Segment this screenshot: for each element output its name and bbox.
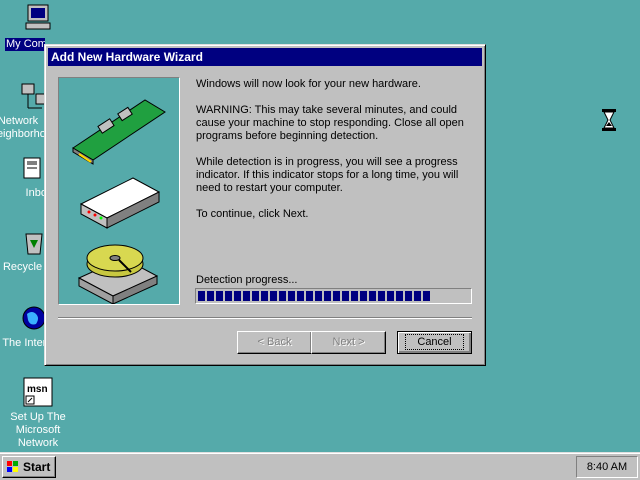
progress-block [198,291,205,301]
hard-drive-icon [77,244,159,305]
back-button[interactable]: < Back [237,331,312,354]
progress-block [378,291,385,301]
hourglass-icon [602,109,616,131]
progress-block [225,291,232,301]
progress-block [261,291,268,301]
modem-icon [79,177,161,229]
progress-block [207,291,214,301]
wizard-illustration [58,77,180,305]
wizard-instructions: Windows will now look for your new hardw… [196,78,476,234]
progress-block [396,291,403,301]
desktop-icon-label: Network Neighborhood [0,115,59,140]
desktop-icon-my-computer[interactable]: My Computer [2,2,74,37]
divider [58,317,472,319]
taskbar: Start 8:40 AM [0,452,640,480]
desktop-icon-network[interactable]: Network Neighborhood [0,80,59,141]
progress-block [216,291,223,301]
add-hardware-wizard-window: Add New Hardware Wizard Windows will now… [44,44,486,366]
cancel-button-label: Cancel [405,334,464,350]
instruction-paragraph: To continue, click Next. [196,208,309,220]
progress-block [252,291,259,301]
progress-block [405,291,412,301]
clock[interactable]: 8:40 AM [587,461,627,473]
next-button-label: Next > [332,336,365,348]
progress-block [423,291,430,301]
progress-block [369,291,376,301]
my-computer-icon [25,4,51,30]
start-button[interactable]: Start [2,456,56,478]
desktop-icon-label: My Computer [6,38,45,50]
hardware-illustration [72,99,166,305]
progress-block [342,291,349,301]
system-tray: 8:40 AM [576,456,638,478]
progress-block [333,291,340,301]
progress-block [288,291,295,301]
progress-block [243,291,250,301]
progress-block [414,291,421,301]
progress-block [387,291,394,301]
cancel-button[interactable]: Cancel [397,331,472,354]
progress-block [315,291,322,301]
back-button-label: < Back [257,336,292,348]
instruction-paragraph: While detection is in progress, you will… [196,156,459,194]
progress-block [324,291,331,301]
detection-progress-bar [195,288,472,304]
windows-flag-icon [7,461,18,472]
progress-block [279,291,286,301]
msn-icon: msn [23,377,53,407]
window-titlebar[interactable]: Add New Hardware Wizard [48,48,482,66]
progress-label: Detection progress... [196,274,298,286]
instruction-paragraph: Windows will now look for your new hardw… [196,78,421,90]
start-label: Start [23,460,51,474]
desktop-icon-msn[interactable]: msn Set Up The Microsoft Network [2,376,74,450]
svg-text:msn: msn [27,384,48,395]
progress-block [351,291,358,301]
progress-block [297,291,304,301]
progress-block [360,291,367,301]
desktop-icon-label: Set Up The Microsoft Network [10,411,66,449]
next-button[interactable]: Next > [311,331,386,354]
progress-block [270,291,277,301]
progress-block [306,291,313,301]
progress-block [234,291,241,301]
my-computer-label-clip: My Computer [5,38,45,51]
window-title: Add New Hardware Wizard [51,50,203,64]
warning-paragraph: WARNING: This may take several minutes, … [196,104,464,142]
expansion-card-icon [72,99,166,165]
